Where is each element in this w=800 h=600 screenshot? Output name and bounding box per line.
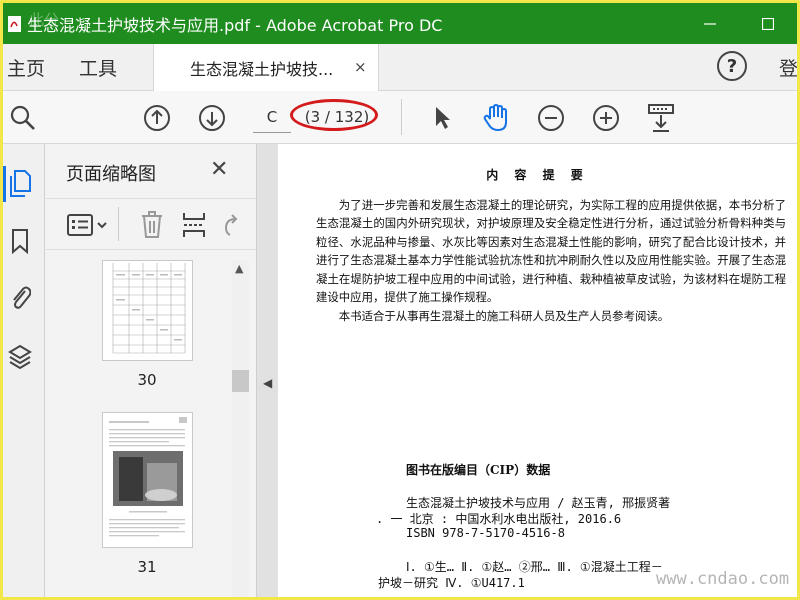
- page-thumbnails-icon[interactable]: [7, 168, 33, 198]
- panel-close-icon[interactable]: ✕: [210, 157, 228, 182]
- cip-line: 护坡－研究 Ⅳ. ①U417.1: [378, 576, 525, 590]
- tab-close-icon[interactable]: ×: [354, 58, 367, 76]
- page-number-30: 30: [137, 371, 157, 389]
- active-indicator: [3, 166, 6, 202]
- page-number-31: 31: [137, 558, 157, 576]
- minimize-icon: [704, 22, 716, 25]
- page-31-preview: [109, 417, 187, 537]
- thumbnail-scrollbar[interactable]: ▲: [232, 260, 249, 597]
- scroll-up-icon[interactable]: ▲: [235, 262, 243, 275]
- zoom-out-icon[interactable]: [536, 103, 566, 133]
- window-controls: [681, 3, 797, 44]
- search-icon[interactable]: [8, 103, 38, 133]
- minimize-button[interactable]: [681, 3, 739, 44]
- insert-page-icon[interactable]: [182, 211, 206, 243]
- zoom-in-icon[interactable]: [591, 103, 621, 133]
- panel-collapse-strip[interactable]: ◀: [256, 144, 278, 597]
- cip-line: Ⅰ. ①生… Ⅱ. ①赵… ②邢… Ⅲ. ①混凝土工程－: [406, 560, 663, 574]
- panel-toolbar-divider: [118, 207, 119, 241]
- options-menu-icon[interactable]: [66, 212, 110, 242]
- app-frame: 生态混凝土护坡技术与应用.pdf - Adobe Acrobat Pro DC …: [0, 0, 800, 600]
- next-page-icon[interactable]: [197, 103, 227, 133]
- cip-line: ISBN 978-7-5170-4516-8: [406, 526, 565, 540]
- hand-tool-icon[interactable]: [481, 103, 511, 133]
- rotate-page-icon[interactable]: [222, 213, 242, 241]
- panel-toolbar: [46, 198, 256, 250]
- page-heading: 内 容 提 要: [486, 168, 589, 182]
- cip-line: 生态混凝土护坡技术与应用 / 赵玉青, 邢振贤著: [406, 496, 671, 510]
- window-watermark: 此分: [29, 11, 60, 29]
- attachment-icon[interactable]: [7, 282, 33, 312]
- nav-tools[interactable]: 工具: [79, 54, 117, 81]
- delete-page-icon[interactable]: [140, 211, 164, 243]
- previous-page-icon[interactable]: [142, 103, 172, 133]
- page-thumbnail-30[interactable]: [102, 260, 193, 361]
- scrollbar-handle[interactable]: [232, 370, 249, 392]
- table-preview: [112, 263, 186, 354]
- help-icon: ?: [726, 55, 738, 77]
- login-link[interactable]: 登: [779, 54, 797, 81]
- page-number-input[interactable]: C: [253, 101, 291, 133]
- maximize-icon: [762, 17, 774, 30]
- page-thumbnail-31[interactable]: [102, 412, 193, 548]
- cip-title: 图书在版编目（CIP）数据: [406, 463, 551, 477]
- summary-paragraph: 为了进一步完善和发展生态混凝土的理论研究，为实际工程的应用提供依据，本书分析了生…: [316, 198, 786, 305]
- cip-line: . 一 北京 : 中国水利水电出版社, 2016.6: [376, 512, 622, 526]
- site-watermark: www.cndao.com: [656, 569, 790, 589]
- maximize-button[interactable]: [739, 3, 797, 44]
- document-tab-label: 生态混凝土护坡技...: [190, 60, 334, 79]
- document-tab[interactable]: 生态混凝土护坡技... ×: [153, 44, 379, 91]
- thumbnails-panel: 页面缩略图 ✕ 30 31 ▲: [46, 144, 256, 597]
- scroll-mode-icon[interactable]: [646, 103, 676, 133]
- bookmark-icon[interactable]: [7, 226, 33, 256]
- title-bar: 生态混凝土护坡技术与应用.pdf - Adobe Acrobat Pro DC …: [3, 3, 797, 44]
- help-button[interactable]: ?: [717, 51, 747, 81]
- collapse-arrow-icon[interactable]: ◀: [263, 376, 272, 390]
- page-count-highlight: [290, 99, 378, 131]
- nav-home[interactable]: 主页: [7, 54, 45, 81]
- layers-icon[interactable]: [7, 342, 33, 372]
- panel-title: 页面缩略图: [66, 164, 156, 185]
- tab-bar: 主页 工具 生态混凝土护坡技... × ? 登: [3, 44, 797, 91]
- document-viewport[interactable]: 内 容 提 要 为了进一步完善和发展生态混凝土的理论研究，为实际工程的应用提供依…: [278, 144, 797, 597]
- select-cursor-icon[interactable]: [428, 103, 458, 133]
- toolbar: C (3 / 132): [3, 91, 797, 144]
- window-title: 生态混凝土护坡技术与应用.pdf - Adobe Acrobat Pro DC: [27, 15, 443, 35]
- pdf-file-icon: [5, 14, 25, 34]
- navigation-rail: [3, 144, 45, 597]
- audience-paragraph: 本书适合于从事再生混凝土的施工科研人员及生产人员参考阅读。: [338, 309, 670, 323]
- toolbar-divider: [401, 99, 402, 135]
